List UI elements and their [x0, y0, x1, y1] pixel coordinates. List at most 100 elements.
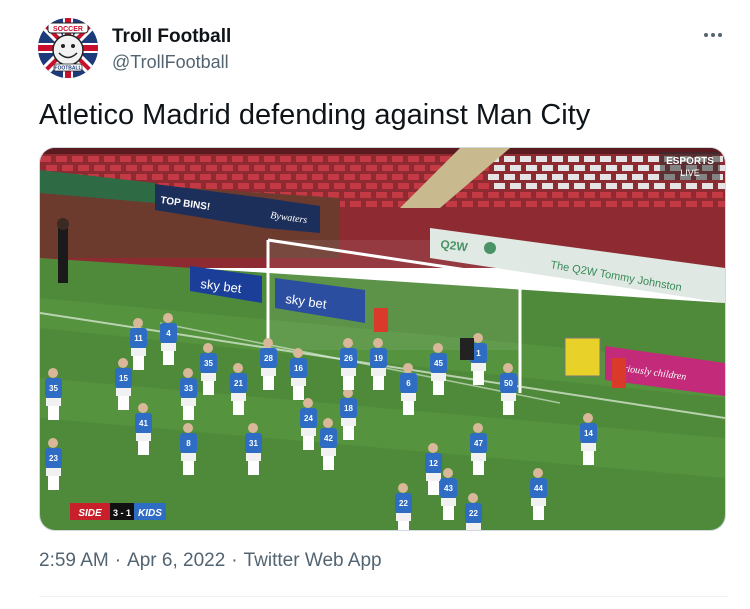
stand-seat [632, 156, 643, 162]
stand-seat [648, 156, 659, 162]
stand-seat [232, 174, 243, 180]
stand-seat [536, 156, 547, 162]
stand-seat [414, 165, 425, 171]
stand-seat [558, 201, 569, 207]
shirt-number: 35 [204, 359, 213, 368]
stand-seat [254, 183, 265, 189]
stand-seat [664, 192, 675, 198]
stand-seat [360, 174, 371, 180]
stand-seat [616, 156, 627, 162]
shirt-number: 23 [49, 454, 58, 463]
shirt-number: 1 [476, 349, 481, 358]
stand-seat [462, 201, 473, 207]
stand-seat [62, 165, 73, 171]
stand-seat [232, 156, 243, 162]
tweet-date[interactable]: Apr 6, 2022 [127, 550, 225, 571]
stand-seat [398, 165, 409, 171]
stand-seat [344, 156, 355, 162]
stand-seat [120, 174, 131, 180]
stand-seat [78, 165, 89, 171]
stand-seat [366, 183, 377, 189]
stand-seat [510, 183, 521, 189]
stand-seat [510, 165, 521, 171]
stand-seat [88, 156, 99, 162]
shirt-number: 45 [434, 359, 443, 368]
stand-seat [446, 201, 457, 207]
stand-seat [712, 192, 723, 198]
stand-seat [328, 174, 339, 180]
avatar-badge-top: SOCCER [53, 26, 83, 33]
stand-seat [376, 192, 387, 198]
stand-seat [600, 192, 611, 198]
tweet-source[interactable]: Twitter Web App [244, 550, 382, 571]
stand-seat [520, 174, 531, 180]
stand-seat [648, 174, 659, 180]
stand-seat [174, 165, 185, 171]
author-handle[interactable]: @TrollFootball [112, 51, 231, 73]
shirt-number: 47 [474, 439, 483, 448]
stand-seat [648, 192, 659, 198]
stand-seat [536, 192, 547, 198]
shirt-number: 44 [534, 484, 543, 493]
tweet-metadata: 2:59 AM · Apr 6, 2022 · Twitter Web App [39, 550, 382, 572]
stand-seat [526, 183, 537, 189]
stand-seat [360, 192, 371, 198]
stand-seat [200, 156, 211, 162]
stand-seat [216, 174, 227, 180]
shirt-number: 42 [324, 434, 333, 443]
stand-seat [296, 156, 307, 162]
stand-seat [296, 174, 307, 180]
stand-seat [286, 165, 297, 171]
stand-seat [680, 192, 691, 198]
stand-seat [152, 156, 163, 162]
score-left-team: SIDE [78, 508, 102, 519]
stand-seat [504, 192, 515, 198]
stand-seat [542, 201, 553, 207]
tweet-time[interactable]: 2:59 AM [39, 550, 109, 571]
stand-seat [318, 183, 329, 189]
more-dot [704, 33, 708, 37]
stand-seat [718, 183, 725, 189]
stand-seat [600, 174, 611, 180]
stand-seat [200, 174, 211, 180]
stand-seat [616, 174, 627, 180]
stand-seat [56, 156, 67, 162]
meta-separator: · [231, 550, 238, 571]
stand-seat [504, 174, 515, 180]
shirt-number: 11 [134, 334, 143, 343]
more-options-icon[interactable] [698, 24, 728, 46]
stand-seat [344, 192, 355, 198]
shirt-number: 19 [374, 354, 383, 363]
stand-seat [670, 201, 681, 207]
stand-seat [366, 201, 377, 207]
stand-seat [72, 156, 83, 162]
stand-seat [136, 156, 147, 162]
stand-seat [638, 165, 649, 171]
stand-seat [168, 174, 179, 180]
shirt-number: 22 [469, 509, 478, 518]
stand-seat [568, 192, 579, 198]
stand-seat [606, 201, 617, 207]
shirt-number: 21 [234, 379, 243, 388]
stand-seat [494, 165, 505, 171]
tweet-media-video[interactable]: TOP BINS! Bywaters Q2W The Q2W Tommy Joh… [39, 147, 726, 531]
stand-seat [328, 156, 339, 162]
stand-seat [558, 183, 569, 189]
stand-seat [472, 192, 483, 198]
stand-seat [510, 201, 521, 207]
more-dot [711, 33, 715, 37]
stand-seat [584, 192, 595, 198]
author-name[interactable]: Troll Football [112, 26, 231, 48]
stand-seat [584, 156, 595, 162]
stand-seat [520, 192, 531, 198]
stand-seat [536, 174, 547, 180]
stand-seat [574, 201, 585, 207]
stand-seat [110, 165, 121, 171]
author-info: Troll Football @TrollFootball [112, 26, 231, 73]
stand-seat [654, 183, 665, 189]
meta-separator: · [114, 550, 122, 571]
divider [39, 596, 728, 597]
author-avatar[interactable]: SOCCER FOOTBALL [38, 18, 98, 78]
esports-logo-sub: LIVE [680, 168, 700, 178]
shirt-number: 26 [344, 354, 353, 363]
